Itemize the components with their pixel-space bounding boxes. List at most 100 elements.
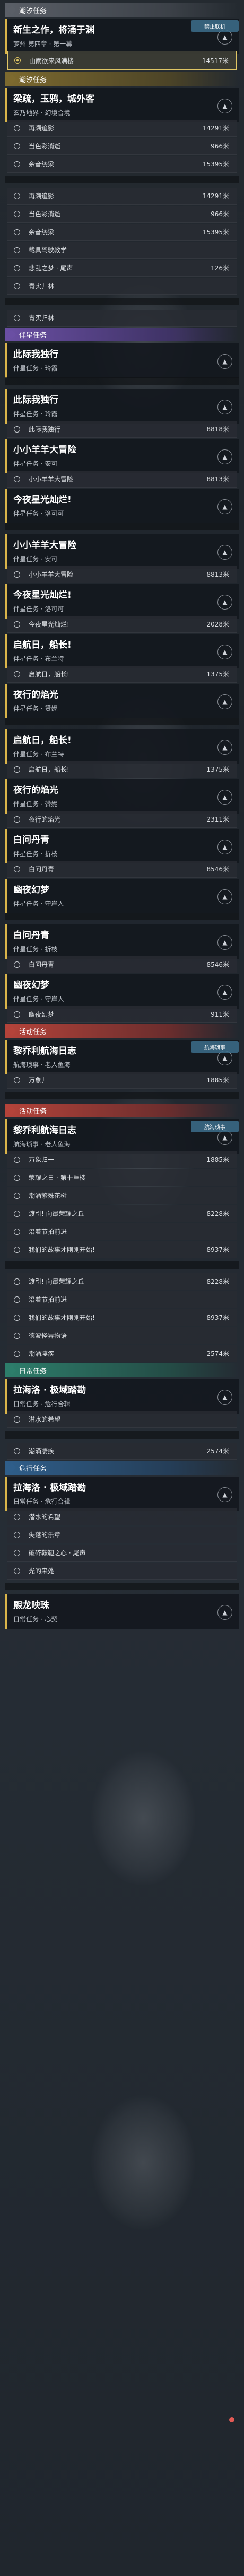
track-radio-icon[interactable] — [14, 228, 20, 235]
expand-chevron-icon[interactable]: ▲ — [217, 544, 232, 560]
track-radio-icon[interactable] — [14, 1156, 20, 1163]
subtask-row[interactable]: 此际我独行 8818米 — [7, 421, 237, 438]
track-radio-icon[interactable] — [14, 143, 20, 149]
expand-chevron-icon[interactable]: ▲ — [217, 1604, 232, 1620]
track-radio-icon[interactable] — [14, 1332, 20, 1339]
subtask-row[interactable]: 夜行的焰光 2311米 — [7, 811, 237, 828]
quest-card[interactable]: 小小羊羊大冒险 伴星任务 · 安可 ▲ — [5, 534, 239, 569]
track-radio-icon[interactable] — [14, 1174, 20, 1181]
subtask-row[interactable]: 潮涌凄疾 2574米 — [7, 1345, 237, 1362]
expand-chevron-icon[interactable]: ▲ — [217, 1487, 232, 1502]
subtask-row[interactable]: 渡引! 向最荣耀之丘 8228米 — [7, 1205, 237, 1222]
track-radio-icon[interactable] — [14, 766, 20, 773]
subtask-row[interactable]: 启航日，船长! 1375米 — [7, 666, 237, 683]
expand-chevron-icon[interactable]: ▲ — [217, 739, 232, 755]
subtask-row[interactable]: 沿着节拍前进 — [7, 1223, 237, 1240]
track-radio-icon[interactable] — [14, 57, 21, 64]
expand-chevron-icon[interactable]: ▲ — [217, 1389, 232, 1405]
subtask-row[interactable]: 白问丹青 8546米 — [7, 956, 237, 973]
track-radio-icon[interactable] — [14, 866, 20, 872]
expand-chevron-icon[interactable]: ▲ — [217, 594, 232, 610]
track-radio-icon[interactable] — [14, 1077, 20, 1083]
expand-chevron-icon[interactable]: ▲ — [217, 984, 232, 1000]
expand-chevron-icon[interactable]: ▲ — [217, 694, 232, 709]
track-radio-icon[interactable] — [14, 1448, 20, 1454]
subtask-row[interactable]: 悲乱之梦 · 尾声 126米 — [7, 260, 237, 277]
track-radio-icon[interactable] — [14, 816, 20, 823]
subtask-row[interactable]: 幽夜幻梦 911米 — [7, 1006, 237, 1023]
subtask-row[interactable]: 光的来处 — [7, 1563, 237, 1580]
subtask-row[interactable]: 万象归一 1885米 — [7, 1151, 237, 1168]
quest-card[interactable]: 白问丹青 伴星任务 · 折枝 ▲ — [5, 829, 239, 863]
subtask-row[interactable]: 山雨欲来风满楼 14517米 — [7, 51, 237, 70]
expand-chevron-icon[interactable]: ▲ — [217, 839, 232, 854]
quest-card[interactable]: 小小羊羊大冒险 伴星任务 · 安可 ▲ — [5, 439, 239, 473]
subtask-row[interactable]: 潮涌凄疾 2574米 — [7, 1443, 237, 1460]
track-radio-icon[interactable] — [14, 426, 20, 433]
subtask-row[interactable]: 破碎鞍靼之心 · 尾声 — [7, 1545, 237, 1562]
subtask-row[interactable]: 当色彩消逝 966米 — [7, 138, 237, 155]
expand-chevron-icon[interactable]: ▲ — [217, 499, 232, 514]
subtask-row[interactable]: 余音绕梁 15395米 — [7, 224, 237, 241]
subtask-row[interactable]: 再溯追影 14291米 — [7, 188, 237, 205]
track-radio-icon[interactable] — [14, 125, 20, 131]
track-radio-icon[interactable] — [14, 1228, 20, 1235]
track-radio-icon[interactable] — [14, 246, 20, 253]
quest-card[interactable]: 拉海洛 · 极域踏勘 日常任务 · 危行合辑 ▲ — [5, 1379, 239, 1414]
subtask-row[interactable]: 再溯追影 14291米 — [7, 120, 237, 137]
track-radio-icon[interactable] — [14, 314, 20, 321]
track-radio-icon[interactable] — [14, 621, 20, 628]
expand-chevron-icon[interactable]: ▲ — [217, 354, 232, 369]
expand-chevron-icon[interactable]: ▲ — [217, 98, 232, 113]
subtask-row[interactable]: 荣耀之日 · 第十重楼 — [7, 1169, 237, 1186]
subtask-row[interactable]: 小小羊羊大冒险 8813米 — [7, 566, 237, 583]
quest-card[interactable]: 白问丹青 伴星任务 · 折枝 ▲ — [5, 924, 239, 959]
subtask-row[interactable]: 潜水的希望 — [7, 1508, 237, 1525]
quest-card[interactable]: 夜行的焰光 伴星任务 · 赞妮 ▲ — [5, 684, 239, 718]
quest-card[interactable]: 此际我独行 伴星任务 · 玲霞 ▲ — [5, 389, 239, 424]
quest-card[interactable]: 此际我独行 伴星任务 · 玲霞 ▲ — [5, 343, 239, 378]
quest-card[interactable]: 今夜星光灿烂! 伴星任务 · 洛可可 ▲ — [5, 489, 239, 523]
track-radio-icon[interactable] — [14, 1210, 20, 1217]
subtask-row[interactable]: 今夜星光灿烂! 2028米 — [7, 616, 237, 633]
track-radio-icon[interactable] — [14, 1549, 20, 1556]
subtask-row[interactable]: 小小羊羊大冒险 8813米 — [7, 471, 237, 488]
subtask-row[interactable]: 潜水的希望 — [7, 1411, 237, 1428]
subtask-row[interactable]: 我们的故事才刚刚开始! 8937米 — [7, 1241, 237, 1258]
track-radio-icon[interactable] — [14, 1416, 20, 1423]
track-radio-icon[interactable] — [14, 1296, 20, 1303]
quest-card[interactable]: 启航日，船长! 伴星任务 · 布兰特 ▲ — [5, 729, 239, 764]
expand-chevron-icon[interactable]: ▲ — [217, 934, 232, 950]
track-radio-icon[interactable] — [14, 961, 20, 968]
quest-card[interactable]: 拉海洛 · 极域踏勘 日常任务 · 危行合辑 ▲ — [5, 1477, 239, 1511]
quest-card[interactable]: 熙龙映珠 日常任务 · 心契 ▲ — [5, 1594, 239, 1629]
subtask-row[interactable]: 青实归林 — [7, 278, 237, 295]
track-radio-icon[interactable] — [14, 475, 20, 482]
subtask-row[interactable]: 万象归一 1885米 — [7, 1072, 237, 1089]
subtask-row[interactable]: 渡引! 向最荣耀之丘 8228米 — [7, 1273, 237, 1290]
quest-card[interactable]: 启航日，船长! 伴星任务 · 布兰特 ▲ — [5, 634, 239, 668]
track-radio-icon[interactable] — [14, 161, 20, 167]
quest-card[interactable]: 夜行的焰光 伴星任务 · 赞妮 ▲ — [5, 779, 239, 814]
subtask-row[interactable]: 沿着节拍前进 — [7, 1291, 237, 1308]
track-radio-icon[interactable] — [14, 671, 20, 677]
track-radio-icon[interactable] — [14, 1246, 20, 1253]
quest-card[interactable]: 幽夜幻梦 伴星任务 · 守岸人 ▲ — [5, 974, 239, 1009]
track-radio-icon[interactable] — [14, 283, 20, 289]
track-radio-icon[interactable] — [14, 1513, 20, 1520]
track-radio-icon[interactable] — [14, 1192, 20, 1199]
subtask-row[interactable]: 载具驾驶教学 — [7, 242, 237, 259]
subtask-row[interactable]: 余音绕梁 15395米 — [7, 156, 237, 173]
quest-card[interactable]: 梁疏，玉鸦，城外客 玄乃地界 · 幻境合境 ▲ — [5, 88, 239, 122]
track-radio-icon[interactable] — [14, 1350, 20, 1357]
track-radio-icon[interactable] — [14, 1314, 20, 1321]
expand-chevron-icon[interactable]: ▲ — [217, 449, 232, 464]
subtask-row[interactable]: 当色彩消逝 966米 — [7, 206, 237, 223]
track-radio-icon[interactable] — [14, 1531, 20, 1538]
subtask-row[interactable]: 潮涌繁殊花树 — [7, 1187, 237, 1204]
expand-chevron-icon[interactable]: ▲ — [217, 399, 232, 414]
track-radio-icon[interactable] — [14, 1278, 20, 1285]
track-radio-icon[interactable] — [14, 210, 20, 217]
subtask-row[interactable]: 失落的乐章 — [7, 1527, 237, 1543]
subtask-row[interactable]: 白问丹青 8546米 — [7, 861, 237, 878]
